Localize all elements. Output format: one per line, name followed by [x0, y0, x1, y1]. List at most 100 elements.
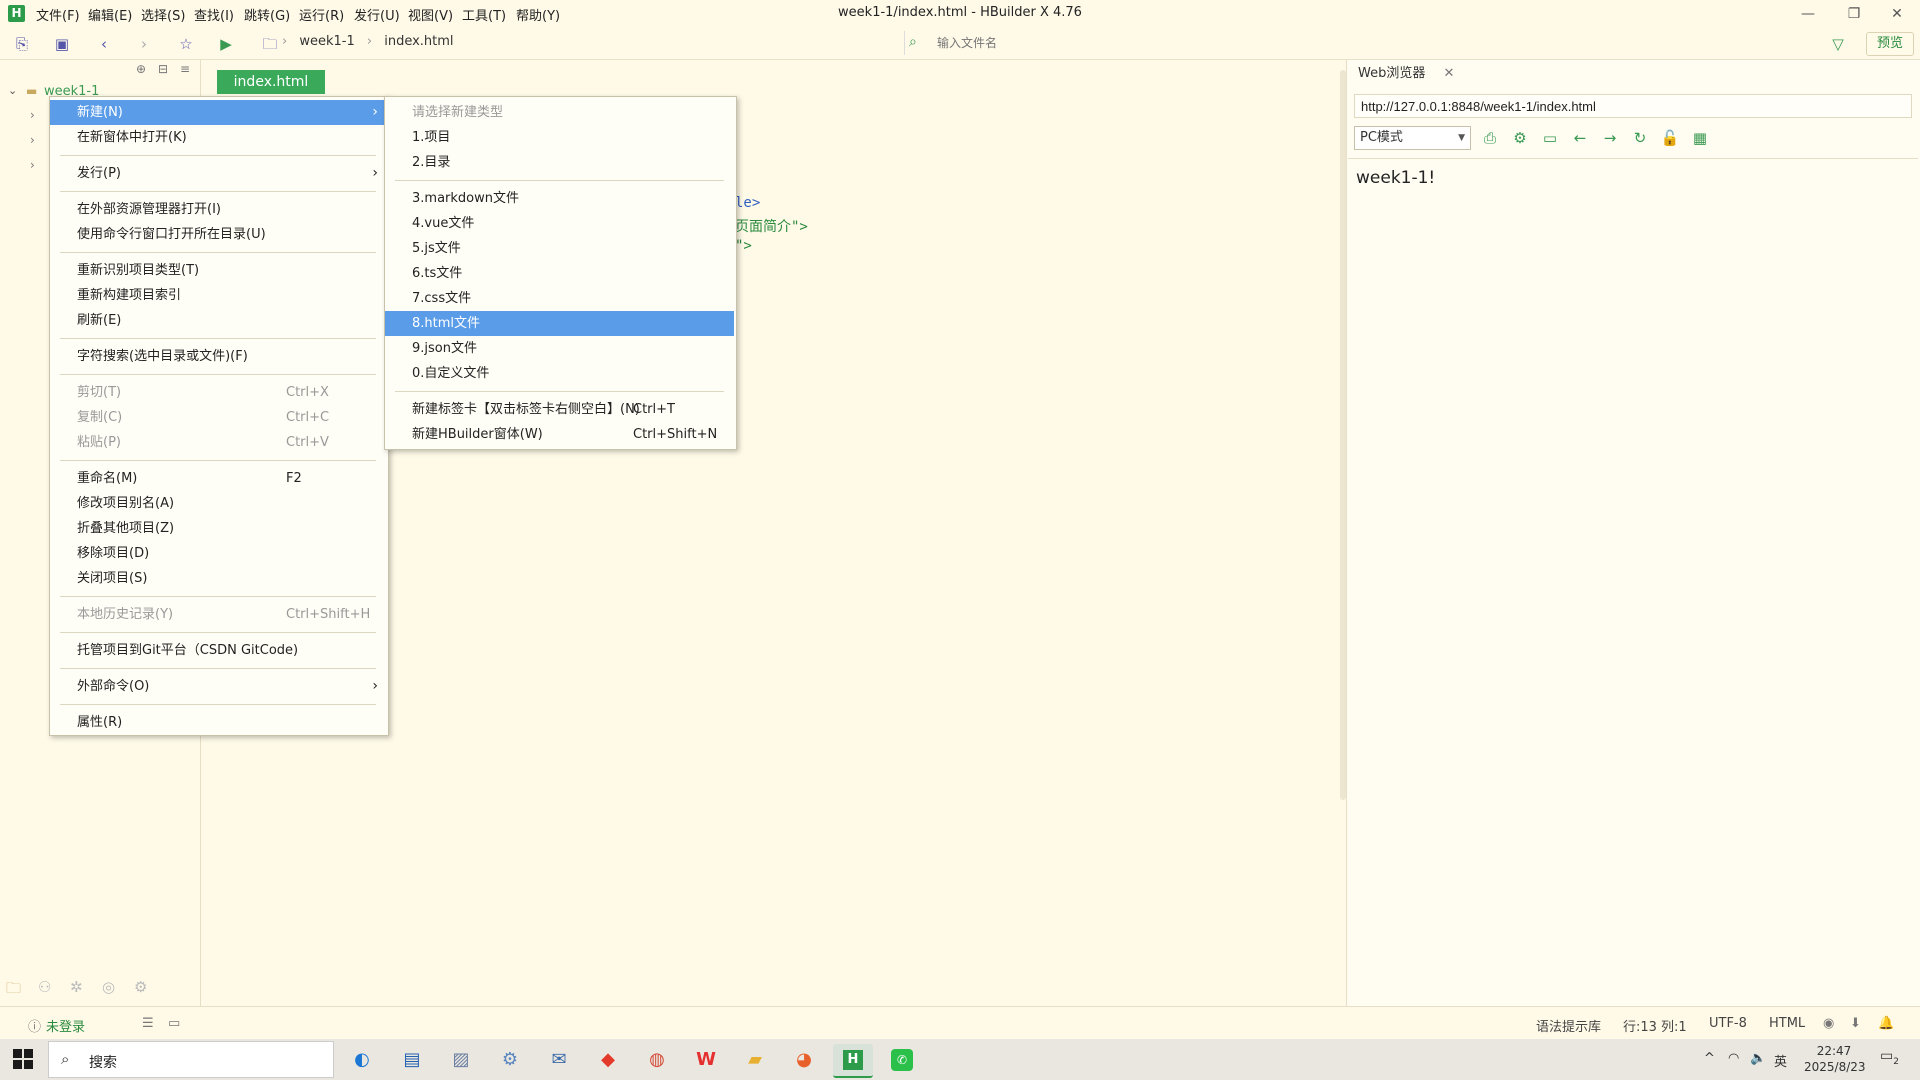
file-search-input[interactable]	[935, 33, 1799, 53]
menu-item[interactable]: 0.自定义文件	[385, 361, 734, 386]
syntax-lib[interactable]: 语法提示库	[1536, 1016, 1601, 1035]
app-icon[interactable]: ▤	[392, 1044, 432, 1076]
encoding[interactable]: UTF-8	[1709, 1016, 1747, 1031]
wps-icon[interactable]: W	[686, 1044, 726, 1076]
debug-icon[interactable]: ✲	[70, 978, 83, 996]
notifications-icon[interactable]: ▭2	[1880, 1048, 1899, 1067]
chevron-down-icon[interactable]: ⌄	[8, 84, 17, 97]
save-icon[interactable]: ▣	[52, 34, 72, 54]
restore-icon[interactable]: ❐	[1831, 2, 1877, 26]
clock[interactable]: 22:47 2025/8/23	[1804, 1043, 1866, 1075]
menu-item[interactable]: 新建标签卡【双击标签卡右侧空白】(N) Ctrl+T	[385, 397, 734, 422]
back-arrow-icon[interactable]: ←	[1570, 128, 1590, 148]
url-input[interactable]	[1354, 94, 1912, 118]
menu-item[interactable]: 移除项目(D)	[50, 541, 386, 566]
minimize-icon[interactable]: —	[1785, 2, 1831, 26]
collapse-all-icon[interactable]: ⊟	[158, 62, 168, 76]
menu-item[interactable]: 查找(I)	[194, 5, 234, 24]
settings-icon[interactable]: ⚙	[1510, 128, 1530, 148]
wifi-icon[interactable]: ◠	[1728, 1051, 1739, 1066]
explorer-menu-icon[interactable]: ≡	[180, 62, 190, 76]
console-icon[interactable]: ▭	[1540, 128, 1560, 148]
menu-item[interactable]: 4.vue文件	[385, 211, 734, 236]
menu-item[interactable]: 8.html文件	[385, 311, 734, 336]
menu-item[interactable]: 托管项目到Git平台（CSDN GitCode)	[50, 638, 386, 663]
menu-item[interactable]: 发行(U)	[354, 5, 400, 24]
feedback-icon[interactable]: ◉	[1823, 1016, 1834, 1031]
menu-item[interactable]: 文件(F)	[36, 5, 80, 24]
terminal-icon[interactable]: ▭	[168, 1016, 180, 1031]
editor-tab-index-html[interactable]: index.html	[217, 70, 325, 94]
menu-item[interactable]: 9.json文件	[385, 336, 734, 361]
qrcode-icon[interactable]: ▦	[1690, 128, 1710, 148]
menu-item[interactable]: 关闭项目(S)	[50, 566, 386, 591]
menu-item[interactable]: 在外部资源管理器打开(I)	[50, 197, 386, 222]
run-icon[interactable]: ▶	[216, 34, 236, 54]
menu-item[interactable]: 折叠其他项目(Z)	[50, 516, 386, 541]
download-icon[interactable]: ⬇	[1850, 1016, 1861, 1031]
menu-item[interactable]: 刷新(E)	[50, 308, 386, 333]
menu-item[interactable]: 6.ts文件	[385, 261, 734, 286]
refresh-icon[interactable]: ↻	[1630, 128, 1650, 148]
chrome-icon[interactable]: ◍	[637, 1044, 677, 1076]
menu-item[interactable]: 视图(V)	[408, 5, 453, 24]
preview-button[interactable]: 预览	[1866, 32, 1914, 56]
menu-item[interactable]: 1.项目	[385, 125, 734, 150]
extension-icon[interactable]: ⚙	[134, 978, 147, 996]
tree-chevron-icon[interactable]: ›	[30, 158, 35, 172]
tray-chevron-icon[interactable]: ^	[1704, 1051, 1715, 1066]
menu-item[interactable]: 选择(S)	[141, 5, 185, 24]
screenshot-icon[interactable]: ⎙	[1480, 128, 1500, 148]
tools-icon[interactable]: ⚙	[490, 1044, 530, 1076]
menu-item[interactable]: 运行(R)	[299, 5, 344, 24]
tree-chevron-icon[interactable]: ›	[30, 108, 35, 122]
language-mode[interactable]: HTML	[1769, 1016, 1805, 1031]
outline-icon[interactable]: ☰	[142, 1016, 154, 1031]
menu-item[interactable]: 属性(R)	[50, 710, 386, 735]
menu-item[interactable]: 新建HBuilder窗体(W) Ctrl+Shift+N	[385, 422, 734, 447]
menu-item[interactable]: 使用命令行窗口打开所在目录(U)	[50, 222, 386, 247]
mail-icon[interactable]: ✉	[539, 1044, 579, 1076]
git-icon[interactable]: ◎	[102, 978, 115, 996]
photos-icon[interactable]: ▨	[441, 1044, 481, 1076]
firefox-icon[interactable]: ◕	[784, 1044, 824, 1076]
menu-item[interactable]: 在新窗体中打开(K)	[50, 125, 386, 150]
menu-item[interactable]: 3.markdown文件	[385, 186, 734, 211]
browser-tab[interactable]: Web浏览器 ✕	[1350, 62, 1454, 81]
forward-icon[interactable]: ›	[134, 34, 154, 54]
menu-item[interactable]: 新建(N) ›	[50, 100, 386, 125]
volume-icon[interactable]: 🔈	[1750, 1051, 1766, 1066]
star-icon[interactable]: ☆	[176, 34, 196, 54]
menu-item[interactable]: 发行(P) ›	[50, 161, 386, 186]
device-mode-select[interactable]: PC模式 ▼	[1354, 126, 1471, 150]
menu-item[interactable]: 5.js文件	[385, 236, 734, 261]
taskbar-search[interactable]: ⌕ 搜索	[48, 1041, 334, 1078]
ime-indicator[interactable]: 英	[1774, 1051, 1787, 1070]
project-manager-icon[interactable]: 🗀	[6, 978, 21, 1003]
forward-arrow-icon[interactable]: →	[1600, 128, 1620, 148]
menu-item[interactable]: 帮助(Y)	[516, 5, 560, 24]
cursor-position[interactable]: 行:13 列:1	[1623, 1016, 1687, 1035]
menu-item[interactable]: 字符搜索(选中目录或文件)(F)	[50, 344, 386, 369]
plugins-icon[interactable]: ⚇	[38, 978, 51, 996]
menu-item[interactable]: 外部命令(O) ›	[50, 674, 386, 699]
back-icon[interactable]: ‹	[94, 34, 114, 54]
close-tab-icon[interactable]: ✕	[1443, 66, 1454, 81]
new-file-icon[interactable]: ⎘	[12, 34, 32, 54]
menu-item[interactable]: 重新构建项目索引	[50, 283, 386, 308]
wechat-taskbar-icon[interactable]: ✆	[882, 1044, 922, 1076]
menu-item[interactable]: 工具(T)	[462, 5, 506, 24]
menu-item[interactable]: 编辑(E)	[88, 5, 132, 24]
filter-icon[interactable]: ▽	[1828, 34, 1848, 54]
menu-item[interactable]: 重新识别项目类型(T)	[50, 258, 386, 283]
paint-icon[interactable]: ◆	[588, 1044, 628, 1076]
login-status[interactable]: 未登录	[46, 1016, 85, 1035]
tree-chevron-icon[interactable]: ›	[30, 133, 35, 147]
menu-item[interactable]: 跳转(G)	[244, 5, 290, 24]
edge-icon[interactable]: ◐	[342, 1044, 382, 1076]
menu-item[interactable]: 重命名(M) F2	[50, 466, 386, 491]
breadcrumb-project[interactable]: week1-1	[299, 34, 354, 49]
close-icon[interactable]: ✕	[1874, 2, 1920, 26]
menu-item[interactable]: 7.css文件	[385, 286, 734, 311]
file-explorer-icon[interactable]: ▰	[735, 1044, 775, 1076]
